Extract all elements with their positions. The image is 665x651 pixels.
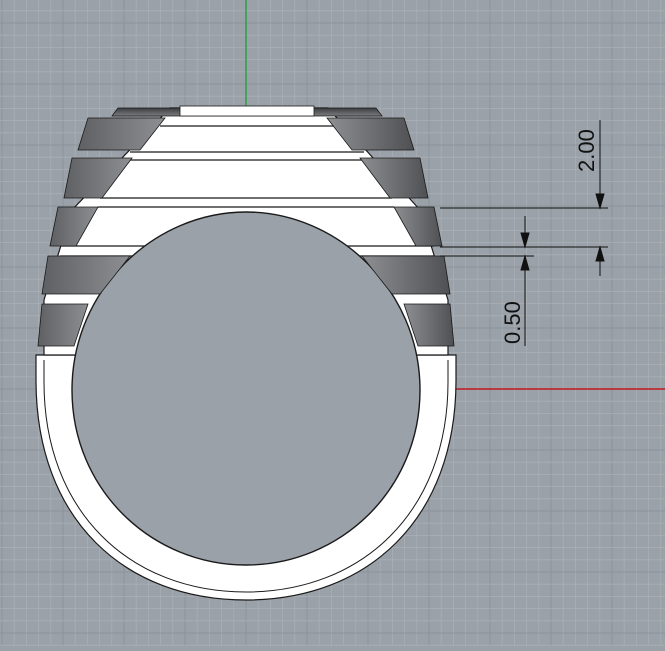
cad-viewport[interactable]: 2.00 0.50	[0, 0, 665, 646]
dimension-label-top[interactable]: 2.00	[574, 129, 599, 172]
top-bezel-face	[179, 105, 315, 117]
ring-model[interactable]	[35, 105, 457, 601]
ring-drawing[interactable]: 2.00 0.50	[0, 0, 665, 646]
dimension-label-bottom[interactable]: 0.50	[500, 301, 525, 344]
finger-hole	[71, 211, 421, 566]
